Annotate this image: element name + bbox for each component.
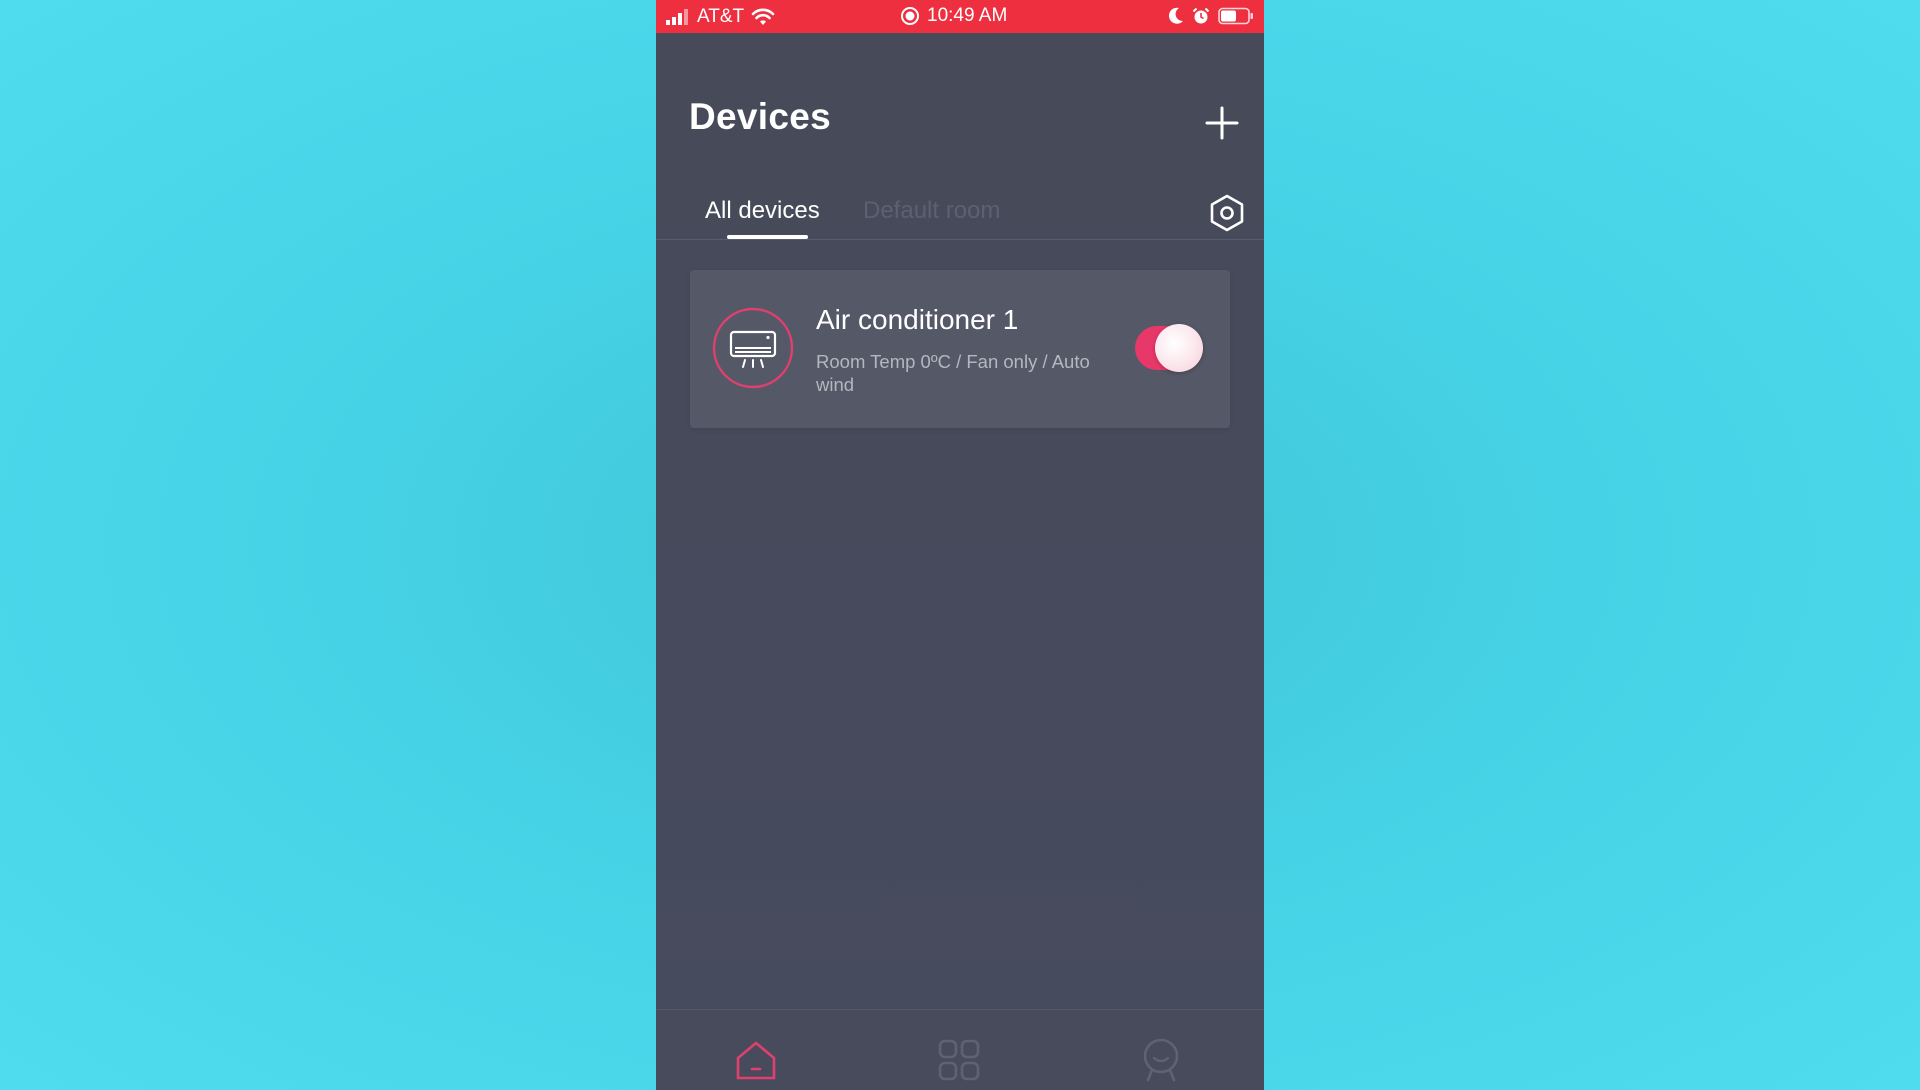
device-card[interactable]: Air conditioner 1 Room Temp 0ºC / Fan on… (690, 270, 1230, 428)
nav-profile[interactable] (1139, 1038, 1183, 1082)
tab-default-room[interactable]: Default room (863, 197, 1000, 225)
device-name: Air conditioner 1 (816, 304, 1019, 335)
nav-home[interactable] (734, 1038, 778, 1082)
device-power-toggle[interactable] (1133, 324, 1203, 372)
tab-all-devices[interactable]: All devices (705, 197, 820, 225)
add-device-button[interactable] (1204, 105, 1240, 141)
page-title: Devices (689, 96, 831, 137)
room-settings-button[interactable] (1209, 194, 1245, 232)
active-tab-indicator (727, 235, 808, 239)
status-bar-left: AT&T (666, 6, 775, 28)
hexagon-settings-icon (1210, 194, 1244, 232)
status-bar: AT&T 10:49 AM (656, 0, 1264, 33)
screen-recording-icon (901, 7, 919, 25)
device-status: Room Temp 0ºC / Fan only / Auto wind (816, 351, 1090, 395)
status-bar-center: 10:49 AM (900, 5, 1007, 27)
home-icon (736, 1041, 776, 1080)
profile-icon (1143, 1038, 1179, 1082)
moon-icon (1168, 7, 1183, 24)
plus-icon (1205, 106, 1239, 140)
carrier-label: AT&T (697, 6, 745, 27)
toggle-knob (1155, 324, 1203, 372)
air-conditioner-icon (712, 307, 794, 389)
battery-icon (1218, 7, 1253, 25)
nav-grid[interactable] (937, 1038, 981, 1082)
phone-screen: AT&T 10:49 AM Devices All devices Defaul… (656, 0, 1264, 1090)
device-icon-badge (712, 307, 794, 389)
signal-icon (666, 9, 688, 25)
clock: 10:49 AM (927, 5, 1008, 26)
status-bar-right (1168, 7, 1254, 25)
alarm-icon (1192, 7, 1210, 24)
wifi-icon (751, 8, 775, 25)
grid-icon (938, 1039, 980, 1081)
bottom-nav (656, 1009, 1264, 1090)
room-tabs: All devices Default room (656, 192, 1264, 240)
